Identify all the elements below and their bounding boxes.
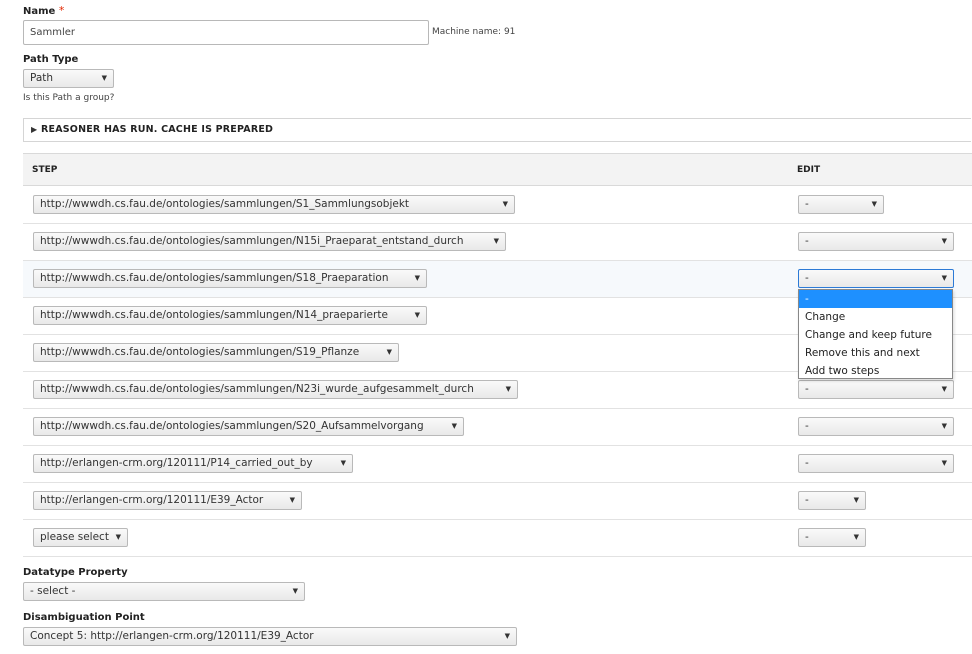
reasoner-details-summary: REASONER HAS RUN. CACHE IS PREPARED <box>41 124 274 135</box>
row-separator <box>23 445 972 446</box>
edit-value: - <box>805 272 809 284</box>
dropdown-arrow-icon: ▼ <box>502 200 508 208</box>
step-value: http://erlangen-crm.org/120111/P14_carri… <box>40 457 313 469</box>
step-select-6[interactable]: http://wwwdh.cs.fau.de/ontologies/sammlu… <box>33 380 518 399</box>
edit-option-add-two-steps[interactable]: Add two steps <box>799 362 952 380</box>
dropdown-arrow-icon: ▼ <box>941 422 947 430</box>
step-select-10[interactable]: please select ▼ <box>33 528 128 547</box>
datatype-property-select[interactable]: - select - ▼ <box>23 582 305 601</box>
edit-select-8[interactable]: - ▼ <box>798 454 954 473</box>
step-select-8[interactable]: http://erlangen-crm.org/120111/P14_carri… <box>33 454 353 473</box>
dropdown-arrow-icon: ▼ <box>386 348 392 356</box>
edit-value: - <box>805 531 809 543</box>
edit-value: - <box>805 235 809 247</box>
edit-select-2[interactable]: - ▼ <box>798 232 954 251</box>
dropdown-arrow-icon: ▼ <box>871 200 877 208</box>
datatype-property-label: Datatype Property <box>23 567 128 578</box>
dropdown-arrow-icon: ▼ <box>853 533 859 541</box>
expand-triangle-icon: ▶ <box>31 125 38 134</box>
edit-select-10[interactable]: - ▼ <box>798 528 866 547</box>
step-select-3[interactable]: http://wwwdh.cs.fau.de/ontologies/sammlu… <box>33 269 427 288</box>
dropdown-arrow-icon: ▼ <box>493 237 499 245</box>
edit-option-change-keep-future[interactable]: Change and keep future <box>799 326 952 344</box>
row-separator <box>23 556 972 557</box>
step-value: http://wwwdh.cs.fau.de/ontologies/sammlu… <box>40 235 464 247</box>
edit-option-none[interactable]: - <box>799 290 952 308</box>
step-select-7[interactable]: http://wwwdh.cs.fau.de/ontologies/sammlu… <box>33 417 464 436</box>
step-select-2[interactable]: http://wwwdh.cs.fau.de/ontologies/sammlu… <box>33 232 506 251</box>
dropdown-arrow-icon: ▼ <box>414 311 420 319</box>
dropdown-arrow-icon: ▼ <box>340 459 346 467</box>
edit-select-3[interactable]: - ▼ <box>798 269 954 288</box>
name-label: Name * <box>23 4 64 17</box>
disambiguation-point-value: Concept 5: http://erlangen-crm.org/12011… <box>30 630 314 642</box>
edit-value: - <box>805 383 809 395</box>
disambiguation-point-select[interactable]: Concept 5: http://erlangen-crm.org/12011… <box>23 627 517 646</box>
dropdown-arrow-icon: ▼ <box>504 632 510 640</box>
dropdown-arrow-icon: ▼ <box>941 459 947 467</box>
edit-value: - <box>805 198 809 210</box>
name-label-text: Name <box>23 6 56 17</box>
edit-option-change[interactable]: Change <box>799 308 952 326</box>
step-select-5[interactable]: http://wwwdh.cs.fau.de/ontologies/sammlu… <box>33 343 399 362</box>
name-input[interactable] <box>23 20 429 45</box>
path-type-select[interactable]: Path ▼ <box>23 69 114 88</box>
dropdown-arrow-icon: ▼ <box>941 385 947 393</box>
dropdown-arrow-icon: ▼ <box>941 237 947 245</box>
step-value: http://wwwdh.cs.fau.de/ontologies/sammlu… <box>40 272 389 284</box>
dropdown-arrow-icon: ▼ <box>115 533 121 541</box>
dropdown-arrow-icon: ▼ <box>289 496 295 504</box>
required-mark: * <box>58 4 65 17</box>
edit-select-7[interactable]: - ▼ <box>798 417 954 436</box>
header-step: STEP <box>32 165 58 175</box>
edit-dropdown-list: - Change Change and keep future Remove t… <box>798 289 953 379</box>
edit-value: - <box>805 420 809 432</box>
step-value: please select <box>40 531 109 543</box>
dropdown-arrow-icon: ▼ <box>101 74 107 82</box>
step-value: http://wwwdh.cs.fau.de/ontologies/sammlu… <box>40 420 424 432</box>
path-type-help: Is this Path a group? <box>23 93 115 103</box>
edit-value: - <box>805 457 809 469</box>
row-separator <box>23 260 972 261</box>
row-separator <box>23 408 972 409</box>
header-edit: EDIT <box>797 165 821 175</box>
dropdown-arrow-icon: ▼ <box>451 422 457 430</box>
steps-table-header: STEP EDIT <box>23 153 972 186</box>
edit-select-9[interactable]: - ▼ <box>798 491 866 510</box>
edit-value: - <box>805 494 809 506</box>
step-value: http://wwwdh.cs.fau.de/ontologies/sammlu… <box>40 383 474 395</box>
path-type-value: Path <box>30 72 54 84</box>
reasoner-details[interactable]: ▶ REASONER HAS RUN. CACHE IS PREPARED <box>23 118 971 142</box>
dropdown-arrow-icon: ▼ <box>292 587 298 595</box>
step-value: http://wwwdh.cs.fau.de/ontologies/sammlu… <box>40 346 360 358</box>
dropdown-arrow-icon: ▼ <box>505 385 511 393</box>
edit-select-1[interactable]: - ▼ <box>798 195 884 214</box>
machine-name: Machine name: 91 <box>432 27 516 37</box>
row-separator <box>23 223 972 224</box>
edit-select-6[interactable]: - ▼ <box>798 380 954 399</box>
row-separator <box>23 482 972 483</box>
dropdown-arrow-icon: ▼ <box>941 274 947 282</box>
disambiguation-point-label: Disambiguation Point <box>23 612 145 623</box>
step-select-1[interactable]: http://wwwdh.cs.fau.de/ontologies/sammlu… <box>33 195 515 214</box>
edit-option-remove-this-and-next[interactable]: Remove this and next <box>799 344 952 362</box>
step-value: http://erlangen-crm.org/120111/E39_Actor <box>40 494 264 506</box>
datatype-property-value: - select - <box>30 585 76 597</box>
step-select-4[interactable]: http://wwwdh.cs.fau.de/ontologies/sammlu… <box>33 306 427 325</box>
step-value: http://wwwdh.cs.fau.de/ontologies/sammlu… <box>40 198 410 210</box>
step-select-9[interactable]: http://erlangen-crm.org/120111/E39_Actor… <box>33 491 302 510</box>
dropdown-arrow-icon: ▼ <box>414 274 420 282</box>
dropdown-arrow-icon: ▼ <box>853 496 859 504</box>
row-separator <box>23 519 972 520</box>
path-type-label: Path Type <box>23 54 79 65</box>
step-value: http://wwwdh.cs.fau.de/ontologies/sammlu… <box>40 309 388 321</box>
